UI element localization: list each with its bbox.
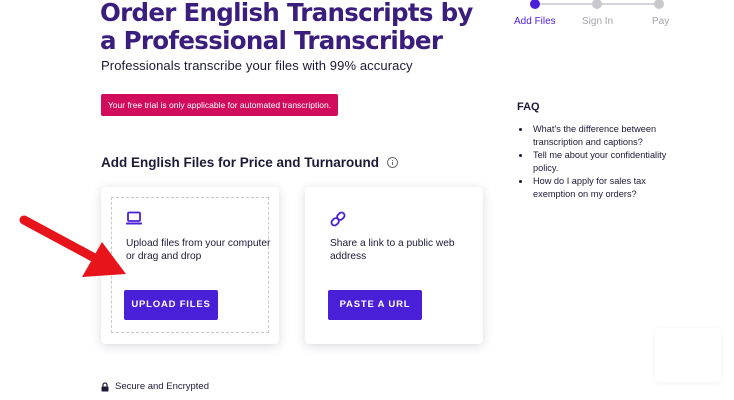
order-page: Order English Transcripts by a Professio… bbox=[0, 0, 734, 400]
url-card: Share a link to a public web address PAS… bbox=[305, 187, 483, 344]
step-label-add-files[interactable]: Add Files bbox=[514, 16, 556, 27]
stepper-connector bbox=[601, 3, 659, 5]
faq-item-captions[interactable]: What's the difference between transcript… bbox=[519, 123, 687, 149]
upload-files-button[interactable]: UPLOAD FILES bbox=[124, 290, 218, 320]
secure-notice: Secure and Encrypted bbox=[101, 381, 209, 392]
faq-item-sales-tax[interactable]: How do I apply for sales tax exemption o… bbox=[519, 175, 687, 201]
faq-item-confidentiality[interactable]: Tell me about your confidentiality polic… bbox=[519, 149, 687, 175]
step-dot-add-files bbox=[530, 0, 540, 9]
url-card-text: Share a link to a public web address bbox=[330, 238, 455, 262]
step-dot-pay bbox=[654, 0, 664, 9]
secure-text: Secure and Encrypted bbox=[115, 381, 210, 392]
link-icon bbox=[330, 211, 346, 227]
widget-placeholder bbox=[655, 328, 721, 382]
free-trial-banner: Your free trial is only applicable for a… bbox=[101, 94, 338, 116]
checkout-stepper: Add Files Sign In Pay bbox=[510, 0, 680, 30]
faq-panel: FAQ What's the difference between transc… bbox=[517, 101, 687, 201]
section-title-text: Add English Files for Price and Turnarou… bbox=[101, 155, 380, 170]
lock-icon bbox=[101, 381, 109, 391]
faq-list: What's the difference between transcript… bbox=[517, 123, 687, 201]
step-label-sign-in[interactable]: Sign In bbox=[582, 16, 613, 27]
info-circle-icon[interactable] bbox=[387, 157, 399, 168]
page-title: Order English Transcripts by a Professio… bbox=[100, 0, 473, 55]
stepper-connector bbox=[538, 3, 596, 5]
faq-title: FAQ bbox=[517, 101, 540, 113]
upload-card-text: Upload files from your computer or drag … bbox=[126, 238, 271, 262]
page-subtitle: Professionals transcribe your files with… bbox=[101, 58, 413, 73]
paste-url-button[interactable]: PASTE A URL bbox=[328, 290, 422, 320]
step-label-pay[interactable]: Pay bbox=[652, 16, 669, 27]
red-arrow-icon bbox=[19, 215, 126, 277]
step-dot-sign-in bbox=[592, 0, 602, 9]
section-title: Add English Files for Price and Turnarou… bbox=[101, 155, 399, 170]
